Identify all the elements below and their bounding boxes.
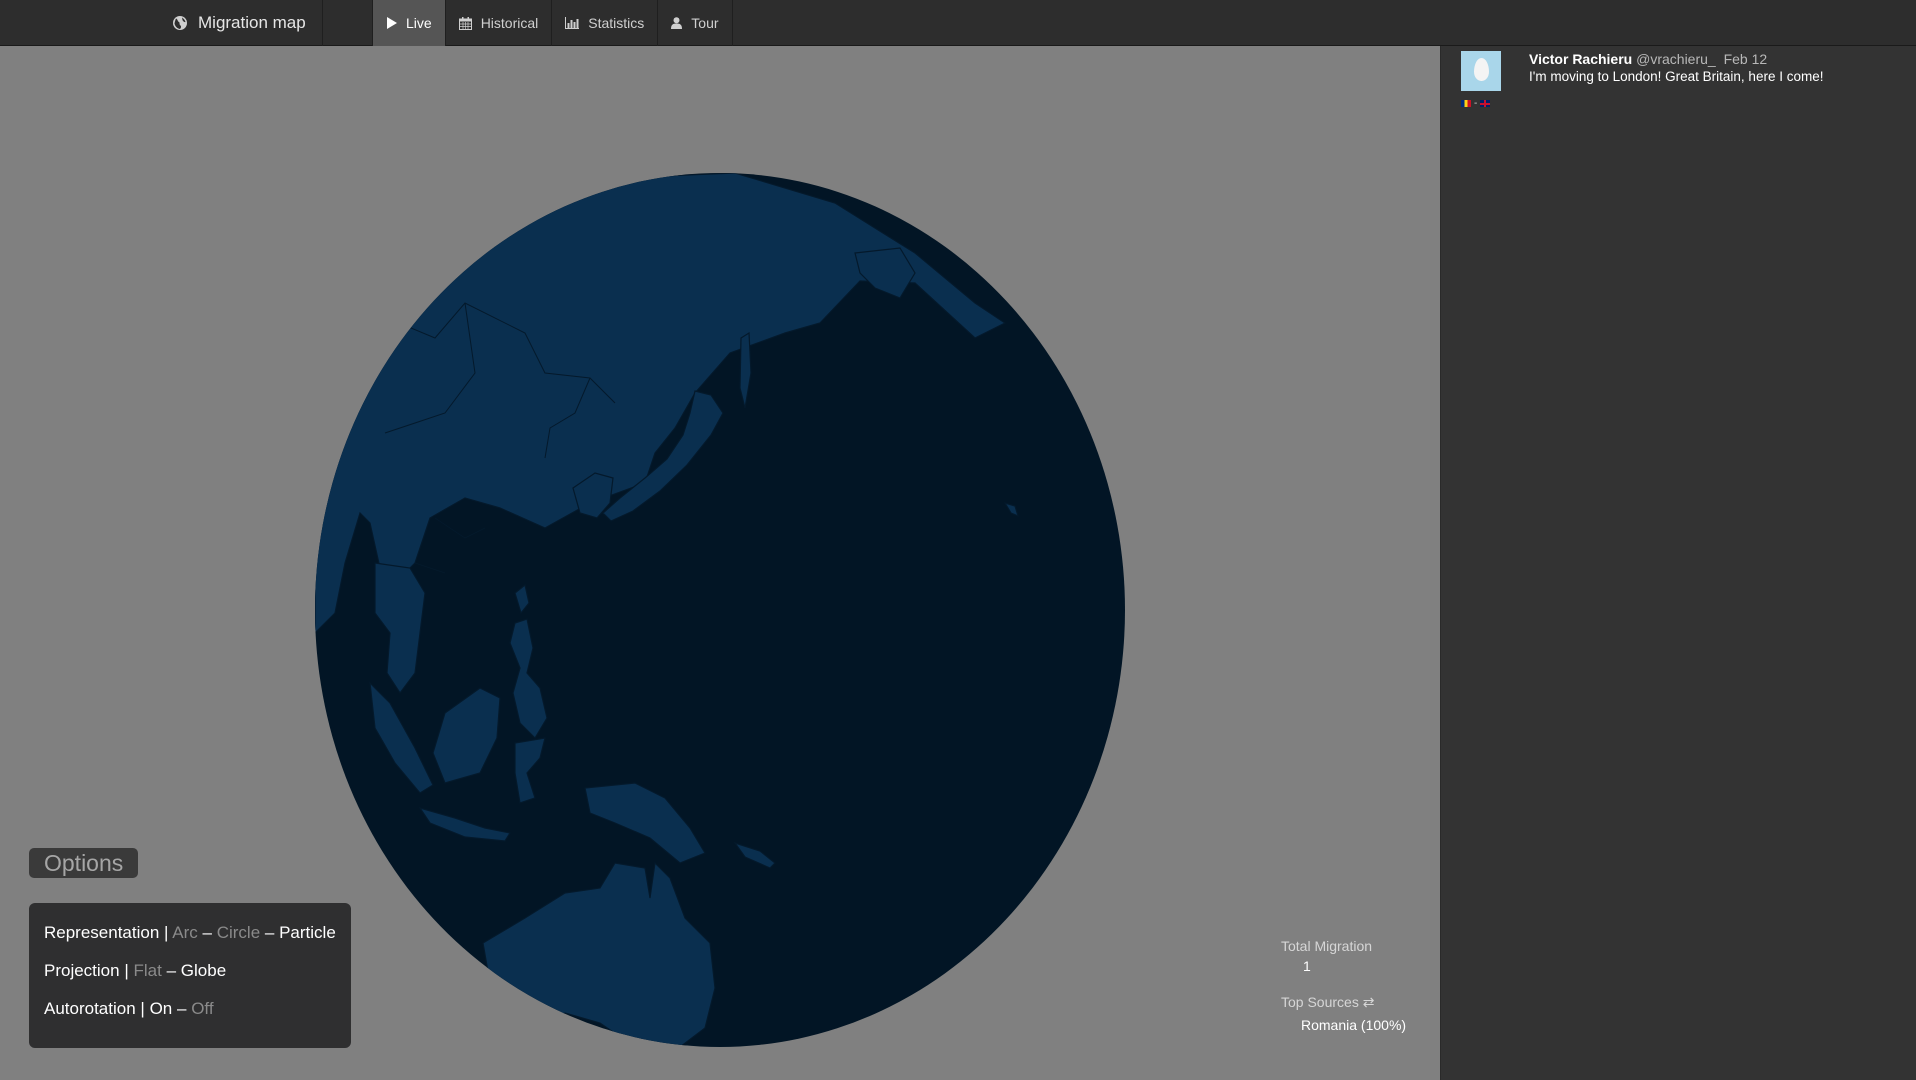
representation-option: Representation | Arc – Circle – Particle	[44, 923, 336, 943]
globe[interactable]	[315, 173, 1125, 1047]
main-nav: Live Historical Statistics Tour	[372, 0, 733, 46]
option-dash: –	[202, 923, 212, 942]
representation-arc[interactable]: Arc	[172, 923, 198, 942]
autorotation-option: Autorotation | On – Off	[44, 999, 336, 1019]
nav-tour[interactable]: Tour	[658, 0, 733, 46]
autorotation-label: Autorotation	[44, 999, 136, 1018]
migration-stats: Total Migration 1 Top Sources ⇄ Romania …	[1281, 938, 1431, 1034]
projection-option: Projection | Flat – Globe	[44, 961, 336, 981]
landmass-tasmania	[668, 1044, 688, 1047]
avatar[interactable]	[1461, 51, 1501, 91]
options-toggle-button[interactable]: Options	[29, 848, 139, 878]
autorotation-on[interactable]: On	[150, 999, 173, 1018]
option-separator: |	[140, 999, 145, 1018]
romania-flag-icon	[1461, 100, 1471, 107]
nav-live[interactable]: Live	[372, 0, 446, 46]
tweet-header: Victor Rachieru @vrachieru_ Feb 12	[1529, 51, 1909, 68]
projection-label: Projection	[44, 961, 120, 980]
uk-flag-icon	[1480, 100, 1491, 107]
option-dash: –	[177, 999, 187, 1018]
option-dash: –	[166, 961, 177, 980]
user-icon	[671, 17, 683, 29]
nav-live-label: Live	[406, 15, 432, 31]
top-navbar: Migration map Live Historical Statistics	[0, 0, 1916, 46]
globe-icon	[173, 16, 187, 30]
landmass-new-zealand	[834, 1027, 856, 1047]
option-dash: –	[264, 923, 275, 942]
nav-historical[interactable]: Historical	[446, 0, 553, 46]
representation-particle[interactable]: Particle	[279, 923, 336, 942]
representation-circle[interactable]: Circle	[217, 923, 260, 942]
nav-statistics[interactable]: Statistics	[552, 0, 659, 46]
tweet-text: I'm moving to London! Great Britain, her…	[1529, 69, 1824, 84]
tweet-sidebar: - Victor Rachieru @vrachieru_ Feb 12 I'm…	[1440, 46, 1916, 1080]
total-migration-value: 1	[1303, 958, 1311, 974]
top-sources-toggle[interactable]: Top Sources ⇄	[1281, 994, 1431, 1011]
tweet-date[interactable]: Feb 12	[1724, 51, 1768, 67]
app-brand[interactable]: Migration map	[172, 0, 306, 46]
nav-statistics-label: Statistics	[588, 15, 645, 31]
tweet-author-handle[interactable]: @vrachieru_	[1636, 51, 1716, 67]
options-panel: Representation | Arc – Circle – Particle…	[29, 903, 351, 1048]
navbar-divider	[322, 0, 323, 46]
migration-flags: -	[1461, 98, 1491, 109]
option-separator: |	[124, 961, 129, 980]
calendar-icon	[458, 16, 472, 30]
top-source-item: Romania (100%)	[1301, 1017, 1407, 1033]
projection-flat[interactable]: Flat	[134, 961, 162, 980]
representation-label: Representation	[44, 923, 160, 942]
tweet-body: Victor Rachieru @vrachieru_ Feb 12 I'm m…	[1529, 51, 1909, 85]
app-title: Migration map	[198, 13, 306, 32]
autorotation-off[interactable]: Off	[191, 999, 213, 1018]
nav-historical-label: Historical	[480, 15, 539, 31]
projection-globe[interactable]: Globe	[181, 961, 226, 980]
nav-tour-label: Tour	[691, 15, 719, 31]
egg-avatar-icon	[1474, 58, 1489, 81]
play-icon	[387, 17, 397, 29]
tweet-author-name[interactable]: Victor Rachieru	[1529, 51, 1632, 67]
flag-separator: -	[1474, 98, 1478, 109]
bar-chart-icon	[565, 17, 580, 29]
total-migration-label: Total Migration	[1281, 938, 1373, 954]
option-separator: |	[164, 923, 169, 942]
